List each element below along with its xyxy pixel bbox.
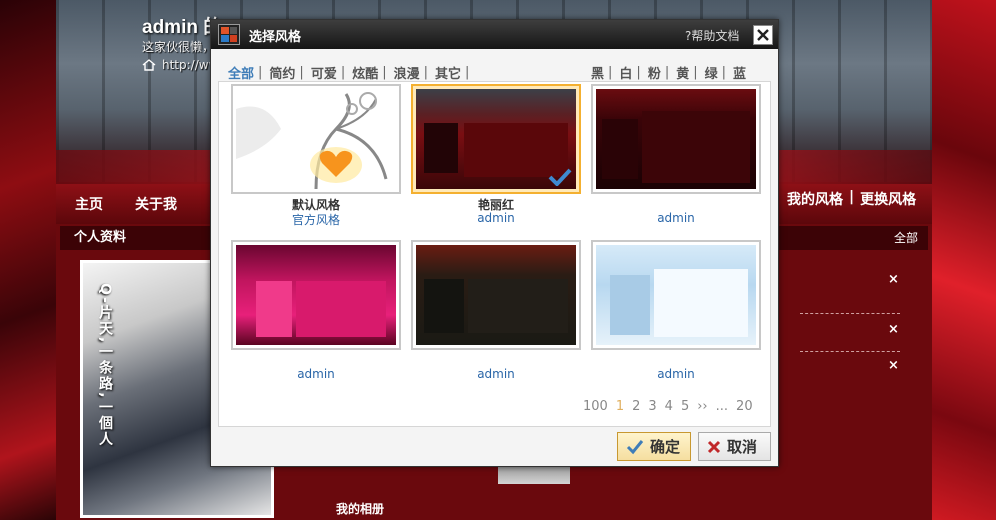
- filter-simple[interactable]: 简约: [269, 63, 295, 82]
- profile-photo-caption: Q-片天,一条路,一個人: [97, 283, 113, 448]
- confirm-label: 确定: [650, 438, 681, 456]
- nav-home[interactable]: 主页: [75, 194, 103, 214]
- theme-author-link[interactable]: admin: [231, 367, 401, 381]
- theme-preview-red: [416, 89, 576, 189]
- filter-green[interactable]: 绿: [705, 63, 718, 82]
- theme-card: admin: [411, 240, 581, 381]
- page-last[interactable]: 20: [736, 399, 753, 414]
- nav-divider: |: [849, 189, 855, 205]
- help-doc-link[interactable]: ?帮助文档: [685, 27, 739, 44]
- filter-all[interactable]: 全部: [228, 63, 254, 82]
- check-icon: [548, 168, 572, 186]
- confirm-button[interactable]: 确定: [617, 432, 691, 461]
- theme-author-link[interactable]: admin: [411, 211, 581, 225]
- nav-my-style[interactable]: 我的风格: [787, 189, 843, 209]
- profile-panel-title: 个人资料: [74, 230, 127, 245]
- page-first[interactable]: 100: [583, 399, 608, 414]
- filter-cool[interactable]: 炫酷: [352, 63, 378, 82]
- theme-name: 艳丽红: [477, 198, 514, 212]
- theme-thumbnail[interactable]: [411, 84, 581, 194]
- divider-line: [800, 313, 900, 314]
- filter-white[interactable]: 白: [619, 63, 632, 82]
- nav-style-links: 我的风格 | 更换风格: [787, 189, 916, 209]
- style-app-icon: [218, 24, 240, 45]
- theme-card: 艳丽红 admin: [411, 84, 581, 225]
- filter-other[interactable]: 其它: [435, 63, 461, 82]
- theme-thumbnail[interactable]: [231, 84, 401, 194]
- pagination: 100 1 2 3 4 5 ›› ... 20: [583, 399, 753, 414]
- nav-change-style[interactable]: 更换风格: [860, 189, 916, 209]
- theme-author-link[interactable]: 官方风格: [231, 211, 401, 228]
- category-filter-bar: 全部 | 简约 | 可爱 | 炫酷 | 浪漫 | 其它 |: [228, 63, 470, 82]
- close-icon: [757, 29, 769, 41]
- background-left-decoration: [0, 0, 56, 520]
- album-title: 我的相册: [336, 502, 385, 516]
- background-right-decoration: [932, 0, 996, 520]
- page-link[interactable]: 3: [648, 399, 656, 414]
- theme-card: 默认风格 官方风格: [231, 84, 401, 228]
- theme-thumbnail[interactable]: [411, 240, 581, 350]
- album-thumbnail[interactable]: [498, 466, 570, 484]
- divider-line: [800, 351, 900, 352]
- theme-thumbnail[interactable]: [231, 240, 401, 350]
- home-icon: [142, 59, 156, 71]
- check-icon: [626, 439, 644, 454]
- heart-icon: [236, 92, 388, 189]
- page-link[interactable]: 4: [665, 399, 673, 414]
- dialog-titlebar[interactable]: 选择风格 ?帮助文档: [211, 20, 778, 49]
- page-current: 1: [615, 399, 625, 414]
- theme-card: admin: [231, 240, 401, 381]
- delete-item-button[interactable]: ×: [888, 322, 899, 337]
- cancel-button[interactable]: 取消: [698, 432, 771, 461]
- theme-card: admin: [591, 240, 761, 381]
- theme-preview-dark: [596, 89, 756, 189]
- close-icon: [707, 440, 721, 453]
- theme-preview-brown: [416, 245, 576, 345]
- theme-thumbnail[interactable]: [591, 240, 761, 350]
- filter-romantic[interactable]: 浪漫: [394, 63, 420, 82]
- page-ellipsis: ...: [715, 399, 729, 414]
- delete-item-button[interactable]: ×: [888, 272, 899, 287]
- theme-name: [591, 196, 761, 210]
- page-link[interactable]: 5: [681, 399, 689, 414]
- nav-about[interactable]: 关于我: [135, 194, 177, 214]
- blog-url-row: http://ww: [142, 58, 218, 72]
- all-link[interactable]: 全部: [894, 231, 918, 245]
- style-picker-dialog: 选择风格 ?帮助文档 全部 | 简约 | 可爱 | 炫酷 | 浪漫 | 其它 | 黑 | 白 |…: [210, 19, 779, 467]
- theme-preview-pink: [236, 245, 396, 345]
- filter-cute[interactable]: 可爱: [311, 63, 337, 82]
- page-next[interactable]: ››: [697, 399, 707, 414]
- theme-preview-blue: [596, 245, 756, 345]
- cancel-label: 取消: [727, 438, 758, 456]
- theme-name: [591, 352, 761, 366]
- close-button[interactable]: [753, 25, 773, 45]
- filter-yellow[interactable]: 黄: [676, 63, 689, 82]
- dialog-title: 选择风格: [249, 30, 302, 45]
- theme-card: admin: [591, 84, 761, 225]
- filter-pink[interactable]: 粉: [648, 63, 661, 82]
- theme-author-link[interactable]: admin: [591, 367, 761, 381]
- delete-item-button[interactable]: ×: [888, 358, 899, 373]
- theme-author-link[interactable]: admin: [411, 367, 581, 381]
- page-link[interactable]: 2: [632, 399, 640, 414]
- theme-name: [411, 352, 581, 366]
- color-filter-bar: 黑 | 白 | 粉 | 黄 | 绿 | 蓝: [591, 63, 747, 82]
- theme-author-link[interactable]: admin: [591, 211, 761, 225]
- theme-thumbnail[interactable]: [591, 84, 761, 194]
- theme-name: 默认风格: [291, 198, 340, 212]
- theme-preview-default: [236, 89, 396, 189]
- theme-grid: 默认风格 官方风格 艳丽红 admin admin admin admin ad…: [218, 81, 771, 427]
- theme-name: [231, 352, 401, 366]
- blog-description: 这家伙很懒，: [142, 40, 215, 54]
- filter-black[interactable]: 黑: [591, 63, 604, 82]
- filter-blue[interactable]: 蓝: [733, 63, 746, 82]
